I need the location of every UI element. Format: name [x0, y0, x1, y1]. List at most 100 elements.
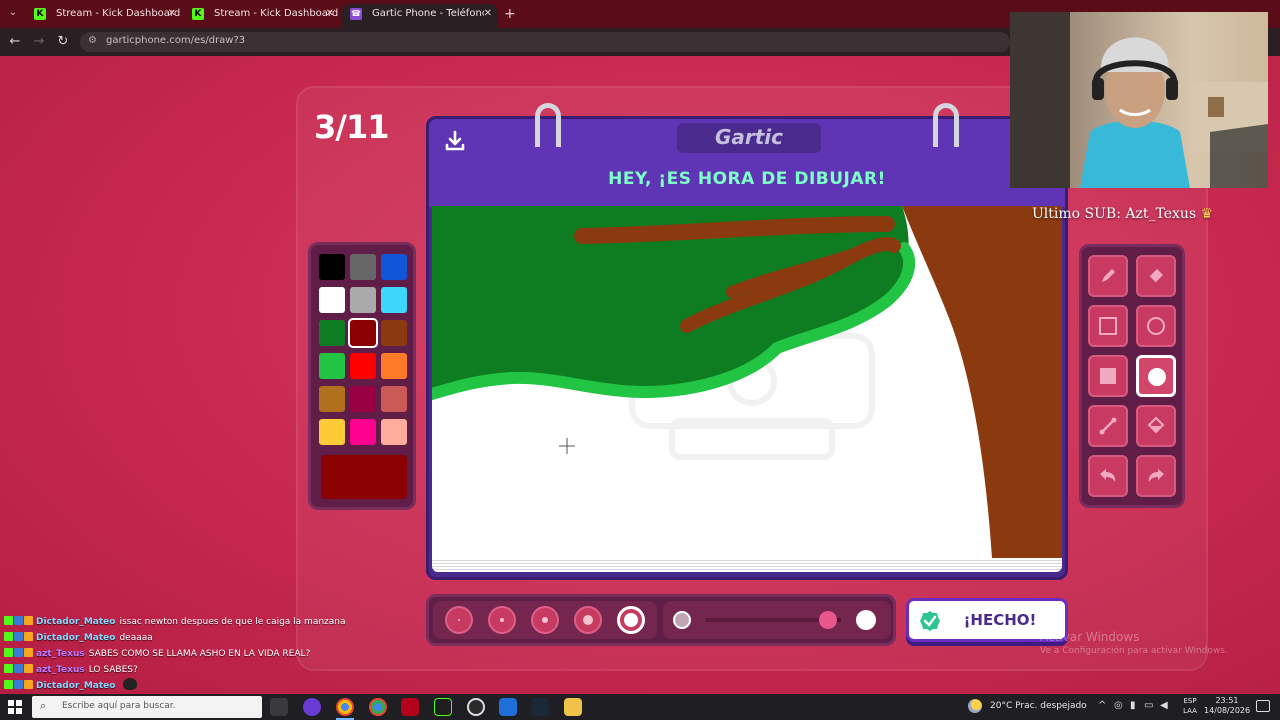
- color-swatch[interactable]: [350, 254, 376, 280]
- gartic-logo: Gartic: [714, 125, 784, 149]
- opacity-max-icon[interactable]: [856, 610, 876, 630]
- drawing-canvas[interactable]: [432, 206, 1062, 558]
- watermark-title: Activar Windows: [1040, 630, 1140, 644]
- download-icon[interactable]: [443, 129, 467, 153]
- tab-gartic-phone[interactable]: ☎ Gartic Phone - Teléfono Descompuesto ✕: [342, 4, 498, 28]
- rectangle-fill-icon: [1100, 368, 1116, 384]
- tool-rectangle-outline[interactable]: [1088, 305, 1128, 347]
- color-swatch[interactable]: [381, 254, 407, 280]
- chat-message: Dictador_Mateo deaaaa: [4, 630, 424, 646]
- color-swatch[interactable]: [319, 287, 345, 313]
- kick-studio-icon[interactable]: [434, 698, 452, 716]
- chrome-icon[interactable]: [369, 698, 387, 716]
- reload-icon[interactable]: ↻: [55, 34, 71, 50]
- search-icon: ⌕: [40, 699, 47, 712]
- tab-kick-dashboard-2[interactable]: K Stream - Kick Dashboard ✕: [184, 4, 340, 28]
- chat-username: Dictador_Mateo: [36, 617, 116, 627]
- logo-tab: Gartic: [677, 123, 821, 153]
- tab-kick-dashboard-1[interactable]: K Stream - Kick Dashboard ✕: [26, 4, 182, 28]
- tab-title: Stream - Kick Dashboard: [214, 8, 339, 19]
- tool-pencil[interactable]: [1088, 255, 1128, 297]
- file-explorer-icon[interactable]: [564, 698, 582, 716]
- opacity-min-icon[interactable]: [673, 611, 691, 629]
- gartic-icon: ☎: [350, 8, 362, 20]
- tool-eraser[interactable]: [1136, 255, 1176, 297]
- tray-app-icon[interactable]: ◎: [1114, 700, 1123, 711]
- chrome-icon[interactable]: [336, 698, 354, 716]
- color-swatch[interactable]: [350, 419, 376, 445]
- tool-bucket-fill[interactable]: [1136, 405, 1176, 447]
- app-icon[interactable]: [499, 698, 517, 716]
- microphone-icon[interactable]: ▮: [1130, 700, 1136, 711]
- back-arrow-icon[interactable]: ←: [7, 34, 23, 50]
- notifications-icon[interactable]: [1256, 700, 1270, 712]
- chat-text: deaaaa: [119, 633, 153, 643]
- app-icon[interactable]: [303, 698, 321, 716]
- last-sub-text: Ultimo SUB: Azt_Texus: [1032, 206, 1197, 222]
- brush-size-4[interactable]: [574, 606, 602, 634]
- site-info-icon[interactable]: ⚙: [88, 35, 97, 46]
- tab-search-icon[interactable]: ⌄: [6, 6, 20, 20]
- close-icon[interactable]: ✕: [326, 4, 334, 24]
- tool-undo[interactable]: [1088, 455, 1128, 497]
- color-swatch[interactable]: [319, 353, 345, 379]
- tool-panel: [1079, 244, 1185, 508]
- close-icon[interactable]: ✕: [168, 4, 176, 24]
- chat-text: issac newton despues de que le caiga la …: [119, 617, 346, 627]
- forward-arrow-icon[interactable]: →: [31, 34, 47, 50]
- ellipse-outline-icon: [1147, 317, 1165, 335]
- tool-ellipse-outline[interactable]: [1136, 305, 1176, 347]
- obs-icon[interactable]: [467, 698, 485, 716]
- kick-icon: K: [34, 8, 46, 20]
- chevron-up-icon[interactable]: ^: [1098, 700, 1106, 711]
- color-swatch[interactable]: [348, 318, 378, 348]
- color-swatch[interactable]: [381, 386, 407, 412]
- color-swatch[interactable]: [319, 254, 345, 280]
- chat-message: Dictador_Mateo: [4, 678, 424, 694]
- chat-message: azt_Texus LO SABES?: [4, 662, 424, 678]
- tool-redo[interactable]: [1136, 455, 1176, 497]
- brush-size-3[interactable]: [531, 606, 559, 634]
- opacity-slider-handle[interactable]: [819, 611, 838, 629]
- brush-size-group: [433, 601, 657, 639]
- binder-ring-icon: [535, 103, 561, 147]
- tool-line[interactable]: [1088, 405, 1128, 447]
- brush-size-5[interactable]: [617, 606, 645, 634]
- lang-top: ESP: [1183, 697, 1197, 705]
- app-icon[interactable]: [401, 698, 419, 716]
- new-tab-plus-icon[interactable]: +: [504, 4, 516, 24]
- color-swatch[interactable]: [319, 386, 345, 412]
- subscriber-badge-icon: [14, 664, 23, 673]
- opacity-slider[interactable]: [705, 611, 841, 629]
- color-swatch[interactable]: [350, 353, 376, 379]
- crown-badge-icon: [24, 632, 33, 641]
- volume-icon[interactable]: ◀: [1160, 700, 1168, 711]
- input-language[interactable]: ESP LAA: [1180, 696, 1200, 716]
- color-swatch[interactable]: [319, 320, 345, 346]
- color-swatch[interactable]: [381, 320, 407, 346]
- task-view-icon[interactable]: [270, 698, 288, 716]
- color-swatch[interactable]: [381, 287, 407, 313]
- color-swatch[interactable]: [381, 353, 407, 379]
- address-bar[interactable]: ⚙ garticphone.com/es/draw?3: [80, 32, 1010, 52]
- brush-size-2[interactable]: [488, 606, 516, 634]
- streamer-webcam-image: [1010, 12, 1268, 188]
- network-icon[interactable]: ▭: [1144, 700, 1153, 711]
- taskbar-search-input[interactable]: ⌕ Escribe aquí para buscar.: [32, 696, 262, 718]
- brush-size-1[interactable]: [445, 606, 473, 634]
- color-swatch[interactable]: [350, 287, 376, 313]
- weather-icon[interactable]: [968, 699, 982, 713]
- tool-ellipse-fill[interactable]: [1136, 355, 1176, 397]
- windows-start-icon[interactable]: [8, 700, 22, 714]
- kick-badge-icon: [4, 648, 13, 657]
- color-swatch[interactable]: [381, 419, 407, 445]
- color-swatch[interactable]: [350, 386, 376, 412]
- color-swatch[interactable]: [319, 419, 345, 445]
- taskbar-clock[interactable]: 23:51 14/08/2026: [1204, 696, 1250, 716]
- windows-taskbar: ⌕ Escribe aquí para buscar. 20°C Prac. d…: [0, 694, 1280, 720]
- close-icon[interactable]: ✕: [484, 4, 492, 24]
- weather-text[interactable]: 20°C Prac. despejado: [990, 701, 1087, 711]
- tool-rectangle-fill[interactable]: [1088, 355, 1128, 397]
- kick-badge-icon: [4, 664, 13, 673]
- steam-icon[interactable]: [531, 698, 549, 716]
